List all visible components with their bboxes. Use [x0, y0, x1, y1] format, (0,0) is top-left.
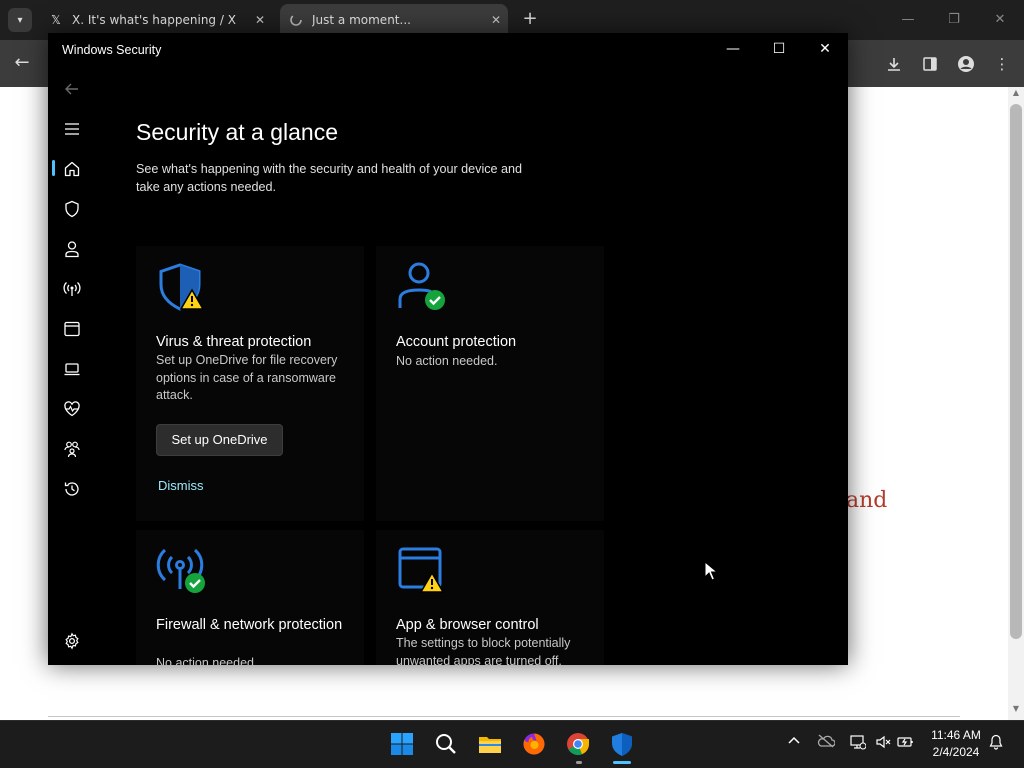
browser-tab-x[interactable]: 𝕏 X. It's what's happening / X ✕: [40, 4, 272, 36]
windows-security-window: Windows Security — ☐ ✕ Security at a gla…: [48, 33, 848, 665]
account-person-check-icon: [396, 262, 448, 314]
browser-close-icon[interactable]: ✕: [982, 8, 1018, 32]
notification-bell-icon[interactable]: [986, 734, 1006, 754]
loading-icon: [288, 12, 304, 28]
tab-title: X. It's what's happening / X: [72, 13, 236, 27]
card-description: The settings to block potentially unwant…: [396, 636, 571, 665]
mouse-cursor-icon: [704, 560, 719, 581]
card-title: Firewall & network protection: [156, 617, 343, 633]
network-icon[interactable]: [848, 734, 868, 754]
close-icon[interactable]: ✕: [802, 33, 848, 65]
maximize-icon[interactable]: ☐: [756, 33, 802, 65]
dismiss-link[interactable]: Dismiss: [158, 478, 204, 493]
profile-icon[interactable]: [952, 52, 980, 76]
virus-shield-warning-icon: [156, 262, 208, 314]
menu-icon[interactable]: [60, 117, 84, 141]
browser-restore-icon[interactable]: ❐: [936, 8, 972, 32]
active-app-indicator: [613, 761, 631, 764]
x-logo-icon: 𝕏: [51, 13, 61, 27]
wifi-antenna-icon[interactable]: [60, 277, 84, 301]
person-icon[interactable]: [60, 237, 84, 261]
start-icon[interactable]: [382, 722, 422, 766]
download-icon[interactable]: [880, 52, 908, 76]
scroll-up-arrow-icon[interactable]: ▲: [1008, 88, 1024, 102]
card-description: Set up OneDrive for file recovery option…: [156, 353, 338, 402]
minimize-icon[interactable]: —: [710, 33, 756, 65]
card-title: Virus & threat protection: [156, 334, 312, 350]
selected-indicator: [52, 160, 55, 176]
navigation-rail: [48, 65, 96, 665]
home-icon[interactable]: [60, 157, 84, 181]
page-scrollbar-thumb[interactable]: [1010, 104, 1022, 639]
windows-security-icon[interactable]: [602, 722, 642, 766]
shield-icon[interactable]: [60, 197, 84, 221]
firefox-icon[interactable]: [514, 722, 554, 766]
window-title: Windows Security: [62, 43, 162, 57]
divider: [48, 716, 960, 717]
settings-icon[interactable]: [60, 629, 84, 653]
clock-time[interactable]: 11:46 AM: [928, 728, 984, 742]
close-tab-icon[interactable]: ✕: [248, 13, 272, 27]
card-title: App & browser control: [396, 617, 539, 633]
app-browser-icon[interactable]: [60, 317, 84, 341]
page-title: Security at a glance: [136, 119, 339, 145]
card-description: No action needed.: [396, 354, 498, 368]
more-menu-icon[interactable]: ⋮: [988, 52, 1016, 76]
volume-muted-icon[interactable]: [873, 734, 893, 754]
tab-search-button[interactable]: ▾: [8, 8, 32, 32]
web-page-text: and: [846, 488, 888, 513]
clock-date[interactable]: 2/4/2024: [928, 745, 984, 759]
search-icon[interactable]: [426, 722, 466, 766]
page-subtitle: See what's happening with the security a…: [136, 162, 523, 194]
running-indicator: [576, 761, 582, 764]
back-icon[interactable]: [60, 77, 84, 101]
chrome-icon[interactable]: [558, 722, 598, 766]
browser-minimize-icon[interactable]: —: [890, 8, 926, 32]
battery-plugged-icon[interactable]: [896, 734, 916, 754]
file-explorer-icon[interactable]: [470, 722, 510, 766]
side-panel-icon[interactable]: [916, 52, 944, 76]
close-tab-icon[interactable]: ✕: [484, 13, 508, 27]
firewall-antenna-check-icon: [156, 545, 208, 597]
heart-pulse-icon[interactable]: [60, 397, 84, 421]
new-tab-button[interactable]: +: [520, 8, 540, 32]
laptop-icon[interactable]: [60, 357, 84, 381]
browser-tab-active[interactable]: Just a moment... ✕: [280, 4, 508, 36]
history-icon[interactable]: [60, 477, 84, 501]
family-icon[interactable]: [60, 437, 84, 461]
taskbar: [0, 720, 1024, 768]
card-title: Account protection: [396, 334, 517, 350]
card-description: No action needed.: [156, 656, 258, 665]
tab-title: Just a moment...: [312, 13, 411, 27]
app-browser-warning-icon: [396, 545, 448, 597]
show-hidden-icons-chevron-icon[interactable]: [784, 734, 804, 754]
onedrive-cloud-icon[interactable]: [816, 734, 836, 754]
scroll-down-arrow-icon[interactable]: ▼: [1008, 704, 1024, 718]
setup-onedrive-button[interactable]: Set up OneDrive: [156, 424, 283, 456]
browser-back-icon[interactable]: ←: [10, 52, 34, 76]
